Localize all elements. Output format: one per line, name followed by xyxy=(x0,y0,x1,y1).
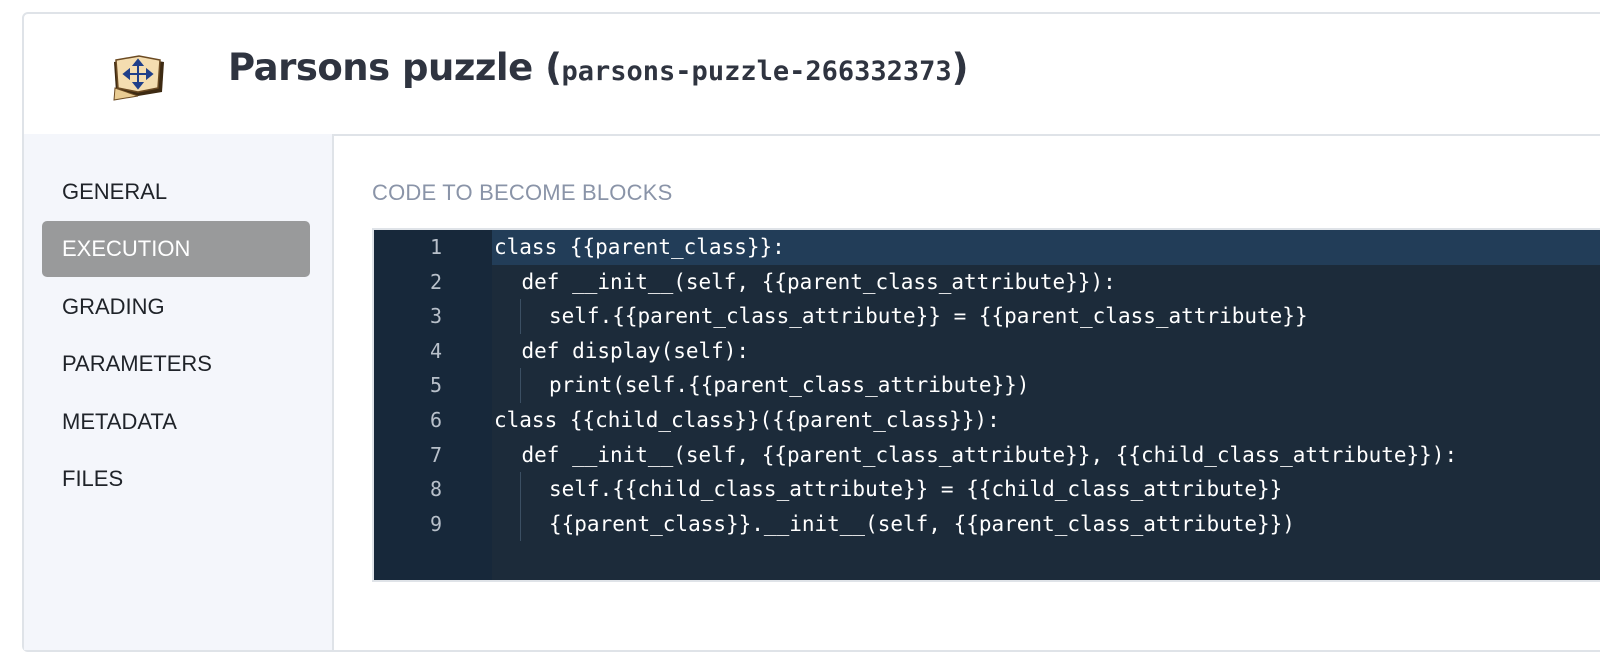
indent-guide xyxy=(520,299,521,334)
code-line[interactable]: 4 def display(self): xyxy=(430,334,1600,369)
code-editor[interactable]: 1 class {{parent_class}}: 2 def __init__(se… xyxy=(372,228,1600,582)
code-text: def display(self): xyxy=(521,338,750,363)
sidebar-item-execution[interactable]: EXECUTION xyxy=(42,221,310,277)
question-id: parsons-puzzle-266332373 xyxy=(561,56,952,87)
line-number: 6 xyxy=(429,408,442,432)
indent-guide xyxy=(520,472,521,507)
main-content: CODE TO BECOME BLOCKS 1 class {{parent_cl… xyxy=(334,134,1600,650)
indent-guide xyxy=(520,368,521,403)
code-line[interactable]: 6 class {{child_class}}({{parent_class}})… xyxy=(430,403,1600,438)
open-paren: ( xyxy=(545,46,562,89)
line-number: 1 xyxy=(429,235,442,259)
code-text: self.{{parent_class_attribute}} = {{pare… xyxy=(549,304,1308,329)
line-number: 2 xyxy=(429,269,442,294)
code-line[interactable]: 2 def __init__(self, {{parent_class_attri… xyxy=(430,265,1600,300)
sidebar-item-files[interactable]: FILES xyxy=(42,451,310,507)
code-line[interactable]: 7 def __init__(self, {{parent_class_attri… xyxy=(430,438,1600,473)
code-line[interactable]: 9 {{parent_class}}.__init__(self, {{paren… xyxy=(430,506,1600,542)
code-text: def __init__(self, {{parent_class_attrib… xyxy=(521,442,1458,467)
sidebar-item-parameters[interactable]: PARAMETERS xyxy=(42,336,310,392)
indent-guide xyxy=(520,506,521,542)
close-paren: ) xyxy=(951,46,969,89)
code-area[interactable]: 1 class {{parent_class}}: 2 def __init__(se… xyxy=(430,230,1600,580)
code-text: class {{parent_class}}: xyxy=(494,235,785,259)
sidebar-item-general[interactable]: GENERAL xyxy=(42,164,310,220)
code-line[interactable]: 3 self.{{parent_class_attribute}} = {{par… xyxy=(430,299,1600,334)
sidebar-item-grading[interactable]: GRADING xyxy=(42,279,310,335)
code-text: def __init__(self, {{parent_class_attrib… xyxy=(521,269,1116,294)
editor-card: Parsons puzzle (parsons-puzzle-266332373… xyxy=(22,12,1600,652)
code-line[interactable]: 1 class {{parent_class}}: xyxy=(430,230,1600,265)
code-line[interactable]: 5 print(self.{{parent_class_attribute}}) xyxy=(430,368,1600,403)
line-number: 4 xyxy=(429,338,442,363)
code-text: print(self.{{parent_class_attribute}}) xyxy=(549,373,1030,398)
sidebar: GENERAL EXECUTION GRADING PARAMETERS MET… xyxy=(24,134,334,650)
move-arrows-book-icon xyxy=(113,55,164,101)
title-text: Parsons puzzle xyxy=(228,46,533,89)
code-text: {{parent_class}}.__init__(self, {{parent… xyxy=(549,511,1295,536)
sidebar-item-metadata[interactable]: METADATA xyxy=(42,394,310,450)
line-number: 3 xyxy=(429,304,442,329)
line-number: 7 xyxy=(429,442,442,467)
code-text: class {{child_class}}({{parent_class}}): xyxy=(494,408,1000,432)
line-number: 9 xyxy=(429,511,442,536)
section-label: CODE TO BECOME BLOCKS xyxy=(372,180,673,205)
line-number: 8 xyxy=(429,477,442,502)
page-title: Parsons puzzle (parsons-puzzle-266332373… xyxy=(228,46,969,89)
line-number: 5 xyxy=(429,373,442,398)
code-line[interactable]: 8 self.{{child_class_attribute}} = {{chil… xyxy=(430,472,1600,507)
code-text: self.{{child_class_attribute}} = {{child… xyxy=(549,477,1283,502)
page-header: Parsons puzzle (parsons-puzzle-266332373… xyxy=(24,14,1600,136)
